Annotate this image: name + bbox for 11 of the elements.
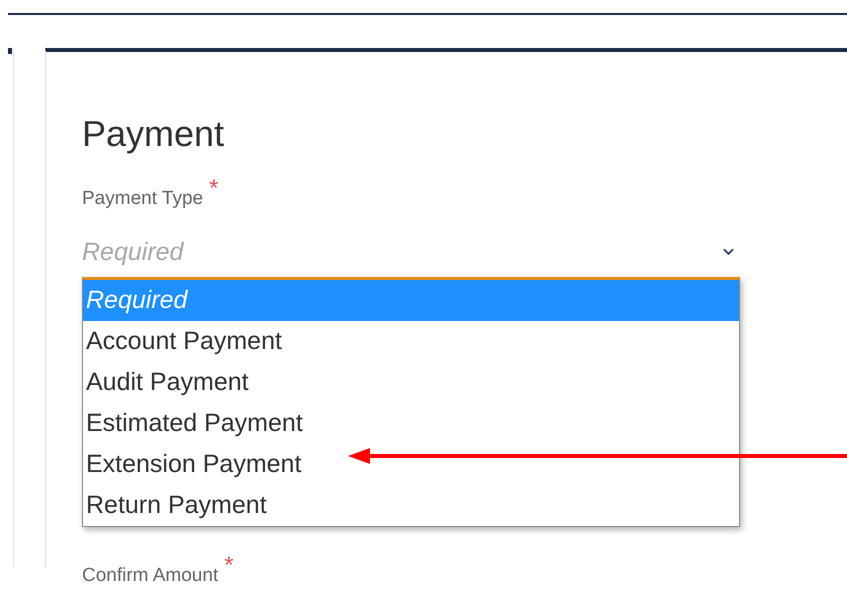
form-title: Payment [82, 112, 226, 156]
field-label: Confirm Amount [82, 565, 218, 587]
required-mark: * [209, 178, 218, 200]
dropdown-option[interactable]: Audit Payment [83, 362, 739, 403]
dropdown-option[interactable]: Extension Payment [83, 444, 739, 485]
dropdown-option[interactable]: Return Payment [83, 485, 739, 526]
field-label: Payment Type [82, 188, 204, 210]
dropdown-option[interactable]: Account Payment [83, 321, 739, 362]
dropdown-option[interactable]: Estimated Payment [83, 403, 739, 444]
required-mark: * [224, 555, 234, 577]
chevron-down-icon [723, 248, 734, 256]
